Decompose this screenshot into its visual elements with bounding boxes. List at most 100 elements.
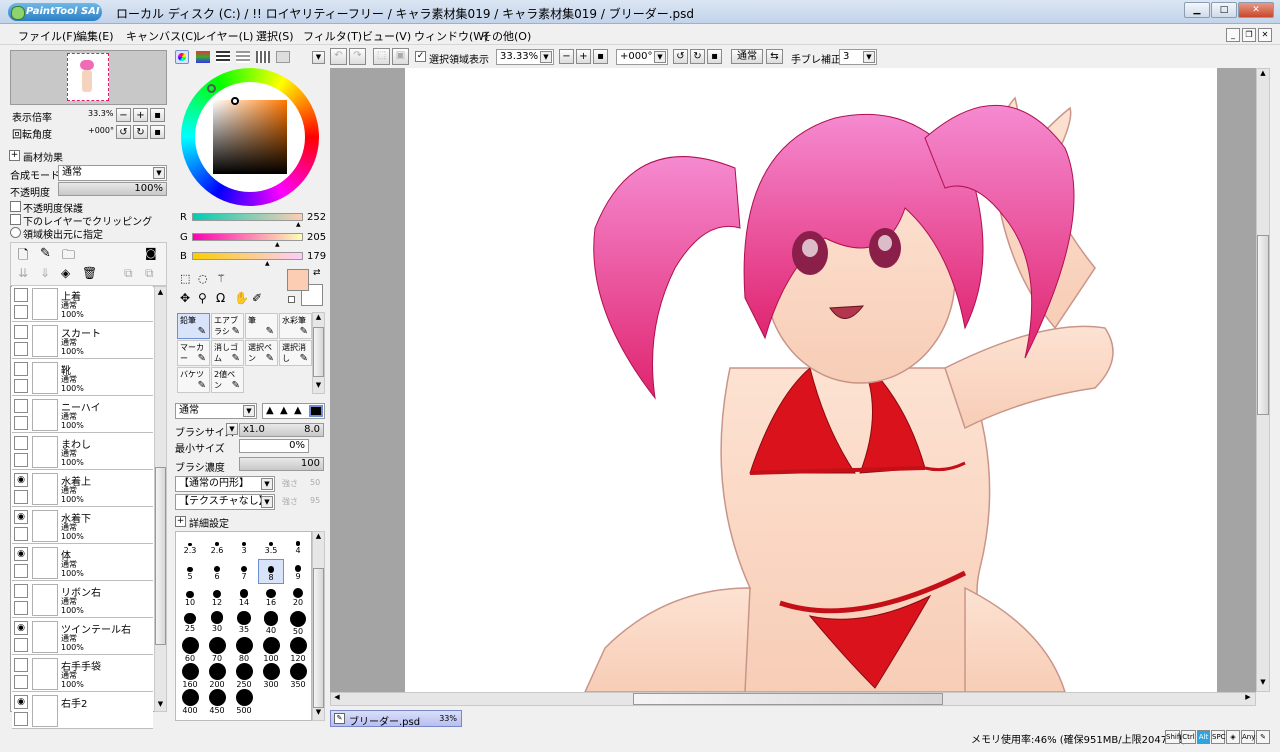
rotate-reset-button[interactable]: ▪	[150, 125, 165, 139]
copy-icon[interactable]: ⧉	[124, 266, 133, 281]
hue-picker-handle[interactable]	[207, 84, 216, 93]
zoom-icon[interactable]: ⚲	[198, 291, 207, 305]
b-slider[interactable]	[192, 252, 303, 260]
r-slider-handle[interactable]: ▲	[296, 221, 301, 228]
toolbar-rotate-select[interactable]: +000° ▼	[616, 49, 668, 65]
menu-select[interactable]: 選択(S)	[256, 28, 294, 44]
visibility-eye-icon[interactable]: ◉	[14, 510, 28, 524]
blend-mode-select[interactable]: 通常 ▼	[58, 165, 167, 181]
visibility-eye-icon[interactable]	[14, 362, 28, 376]
layer-row[interactable]: 上着 通常 100%	[12, 286, 153, 322]
layer-list-scrollbar[interactable]: ▲ ▼	[154, 286, 167, 712]
layer-list-scroll-thumb[interactable]	[155, 467, 166, 645]
menu-layer[interactable]: レイヤー(L)	[195, 28, 253, 44]
invert-select-icon[interactable]: ▣	[392, 48, 409, 65]
brush-edge-selector[interactable]: ▲ ▲ ▲	[262, 403, 325, 419]
rgb-slider-tab-icon[interactable]	[196, 51, 210, 63]
brush-size-preset[interactable]: 2.3	[177, 533, 203, 558]
toolbar-rotate-left-button[interactable]: ↺	[673, 49, 688, 64]
mdi-restore-button[interactable]: ❐	[1242, 28, 1256, 42]
edge-square-icon[interactable]	[309, 405, 323, 417]
tool-button[interactable]: 消しゴム ✎	[211, 340, 244, 366]
brush-mode-select[interactable]: 通常 ▼	[175, 403, 257, 419]
layer-row[interactable]: 靴通常 100%	[12, 360, 153, 396]
layer-lock-checkbox[interactable]	[14, 601, 28, 615]
brush-size-preset[interactable]: 2.6	[204, 533, 230, 558]
layer-row[interactable]: ◉ 水着上 通常 100%	[12, 471, 153, 507]
maximize-button[interactable]: □	[1211, 2, 1237, 18]
brush-size-preset[interactable]: 8	[258, 559, 284, 584]
rect-select-icon[interactable]: ⬚	[180, 272, 190, 285]
zoom-out-button[interactable]: −	[116, 108, 131, 122]
b-slider-handle[interactable]: ▲	[265, 260, 270, 267]
layer-lock-checkbox[interactable]	[14, 379, 28, 393]
tool-button[interactable]: 筆 ✎	[245, 313, 278, 339]
reset-colors-icon[interactable]	[288, 296, 295, 303]
menu-view[interactable]: ビュー(V)	[362, 28, 411, 44]
texture-strength-value[interactable]: 95	[310, 496, 320, 505]
layer-lock-checkbox[interactable]	[14, 675, 28, 689]
brush-size-preset[interactable]: 200	[204, 663, 230, 689]
view-mode-button[interactable]: 通常	[731, 49, 763, 64]
hsv-slider-tab-icon[interactable]	[216, 51, 230, 63]
tool-button[interactable]: 選択ペン ✎	[245, 340, 278, 366]
brush-size-preset[interactable]: 70	[204, 637, 230, 663]
density-slider[interactable]: 100	[239, 457, 324, 471]
layer-row[interactable]: ◉ 右手2	[12, 693, 153, 729]
texture-select[interactable]: 【テクスチャなし】 ▼	[175, 494, 275, 510]
min-size-slider[interactable]: 0%	[239, 439, 309, 453]
layer-lock-checkbox[interactable]	[14, 564, 28, 578]
brush-size-scrollbar[interactable]: ▲ ▼	[312, 531, 325, 721]
layer-lock-checkbox[interactable]	[14, 305, 28, 319]
opacity-slider[interactable]: 100%	[58, 182, 167, 196]
brush-size-preset[interactable]: 3	[231, 533, 257, 558]
toolbar-zoom-out-button[interactable]: −	[559, 49, 574, 64]
tool-button[interactable]: エアブラシ ✎	[211, 313, 244, 339]
magic-wand-icon[interactable]: ⚚	[216, 272, 226, 285]
flip-horizontal-icon[interactable]: ⇆	[766, 49, 783, 64]
tool-button[interactable]: バケツ ✎	[177, 367, 210, 393]
visibility-eye-icon[interactable]: ◉	[14, 695, 28, 709]
new-linework-layer-icon[interactable]: ✎	[40, 246, 51, 261]
visibility-eye-icon[interactable]	[14, 288, 28, 302]
hand-icon[interactable]: ✋	[234, 291, 249, 305]
navigator-preview[interactable]	[10, 50, 167, 105]
show-selection-checkbox[interactable]: ✓	[415, 51, 426, 62]
brush-shape-select[interactable]: 【通常の円形】 ▼	[175, 476, 275, 492]
canvas-document[interactable]	[405, 68, 1217, 692]
g-slider[interactable]	[192, 233, 303, 241]
swatches-tab-icon[interactable]	[256, 51, 270, 63]
expand-effects-icon[interactable]: +	[9, 150, 20, 161]
brush-size-preset[interactable]: 500	[231, 689, 257, 715]
visibility-eye-icon[interactable]	[14, 658, 28, 672]
clipping-checkbox[interactable]	[10, 214, 21, 225]
close-button[interactable]: ✕	[1238, 2, 1274, 18]
edge-soft-icon[interactable]: ▲	[294, 405, 302, 416]
toolbar-zoom-select[interactable]: 33.33% ▼	[496, 49, 554, 65]
layer-row[interactable]: ◉ 体通常 100%	[12, 545, 153, 581]
scratchpad-tab-icon[interactable]	[276, 51, 290, 63]
brush-size-preset[interactable]: 25	[177, 611, 203, 636]
undo-icon[interactable]: ↶	[330, 48, 347, 65]
brush-size-preset[interactable]: 6	[204, 559, 230, 584]
brush-size-preset[interactable]: 9	[285, 559, 311, 584]
protect-opacity-checkbox[interactable]	[10, 201, 21, 212]
layer-row[interactable]: スカート 通常 100%	[12, 323, 153, 359]
brush-size-preset[interactable]: 60	[177, 637, 203, 663]
tool-button[interactable]: 選択消し ✎	[279, 340, 312, 366]
layer-lock-checkbox[interactable]	[14, 342, 28, 356]
toolbar-rotate-right-button[interactable]: ↻	[690, 49, 705, 64]
zoom-in-button[interactable]: +	[133, 108, 148, 122]
lasso-icon[interactable]: ◌	[198, 272, 208, 285]
menu-window[interactable]: ウィンドウ(W)	[414, 28, 488, 44]
panel-menu-icon[interactable]: ▼	[312, 51, 325, 64]
tool-button[interactable]: 水彩筆 ✎	[279, 313, 312, 339]
rotate-right-button[interactable]: ↻	[133, 125, 148, 139]
tool-grid-scrollbar[interactable]: ▲ ▼	[312, 312, 325, 394]
minimize-button[interactable]: ▁	[1184, 2, 1210, 18]
rotate-left-button[interactable]: ↺	[116, 125, 131, 139]
canvas-vertical-scrollbar[interactable]: ▲ ▼	[1256, 68, 1270, 692]
edge-medium-icon[interactable]: ▲	[280, 405, 288, 416]
shape-strength-value[interactable]: 50	[310, 478, 320, 487]
brush-size-preset[interactable]: 20	[285, 585, 311, 610]
